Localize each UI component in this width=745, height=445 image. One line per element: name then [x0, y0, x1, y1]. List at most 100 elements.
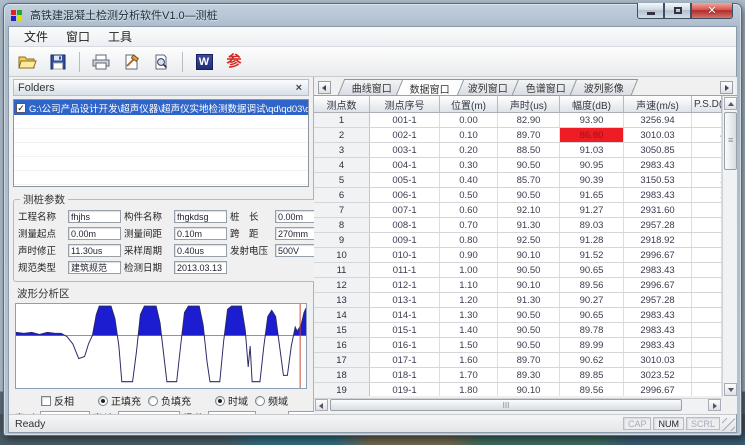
table-cell[interactable]: 0.00	[692, 338, 722, 352]
table-cell[interactable]: 0.00	[440, 113, 498, 127]
table-cell[interactable]: 89.56	[560, 383, 624, 396]
column-header-3[interactable]: 声时(us)	[498, 96, 560, 112]
table-cell[interactable]: 019-1	[370, 383, 440, 396]
param-field[interactable]: 0.00m	[68, 227, 121, 240]
table-cell[interactable]: 2996.67	[624, 278, 692, 292]
table-cell[interactable]: 90.10	[498, 248, 560, 262]
table-cell[interactable]: 40.0	[692, 158, 722, 172]
table-cell[interactable]: 91.27	[560, 203, 624, 217]
table-cell[interactable]: 15	[314, 323, 370, 337]
table-cell[interactable]: 018-1	[370, 368, 440, 382]
table-cell[interactable]: 89.30	[498, 368, 560, 382]
table-cell[interactable]: 91.30	[498, 293, 560, 307]
table-cell[interactable]: 015-1	[370, 323, 440, 337]
table-cell[interactable]: 90.50	[498, 308, 560, 322]
table-cell[interactable]: 2996.67	[624, 383, 692, 396]
table-cell[interactable]: 25.6	[692, 203, 722, 217]
column-header-4[interactable]: 幅度(dB)	[560, 96, 624, 112]
table-cell[interactable]: 2957.28	[624, 293, 692, 307]
scroll-up-icon[interactable]	[724, 97, 737, 110]
table-cell[interactable]: 89.99	[560, 338, 624, 352]
table-cell[interactable]: 3010.03	[624, 128, 692, 142]
column-header-6[interactable]: P.S.D(us	[692, 96, 722, 112]
table-cell[interactable]: 2	[314, 128, 370, 142]
close-button[interactable]: ✕	[691, 3, 733, 19]
tab-scroll-left-button[interactable]	[318, 81, 331, 94]
table-cell[interactable]: 0.30	[440, 158, 498, 172]
table-cell[interactable]: 3050.85	[624, 143, 692, 157]
menu-item-1[interactable]: 窗口	[57, 26, 99, 47]
param-button[interactable]: 参	[221, 50, 247, 74]
table-cell[interactable]: 18	[314, 368, 370, 382]
column-header-2[interactable]: 位置(m)	[440, 96, 498, 112]
table-row[interactable]: 2002-10.1089.7086.803010.03462.4	[314, 128, 722, 143]
tab-scroll-right-button[interactable]	[720, 81, 733, 94]
waveform-plot[interactable]	[15, 303, 307, 389]
menu-item-2[interactable]: 工具	[99, 26, 141, 47]
param-field[interactable]: 11.30us	[68, 244, 121, 257]
table-cell[interactable]: 57.6	[692, 248, 722, 262]
table-cell[interactable]: 1.30	[440, 308, 498, 322]
table-cell[interactable]: 1.60	[692, 263, 722, 277]
table-row[interactable]: 18018-11.7089.3089.853023.521.60	[314, 368, 722, 383]
table-cell[interactable]: 93.90	[560, 113, 624, 127]
table-cell[interactable]: 008-1	[370, 218, 440, 232]
folders-close-icon[interactable]: ×	[294, 82, 304, 94]
file-list-item[interactable]: ✓ G:\公司产品设计开发\超声仪器\超声仪实地检测数据调试\qd\qd03\q…	[14, 100, 308, 115]
table-cell[interactable]: 2957.28	[624, 218, 692, 232]
table-cell[interactable]: 9	[314, 233, 370, 247]
table-cell[interactable]: 3023.52	[624, 368, 692, 382]
table-cell[interactable]: 2931.60	[624, 203, 692, 217]
table-cell[interactable]: 7	[314, 203, 370, 217]
scroll-down-icon[interactable]	[724, 383, 737, 396]
print-button[interactable]	[88, 50, 114, 74]
table-cell[interactable]: 14.4	[692, 143, 722, 157]
table-cell[interactable]: 1.60	[440, 353, 498, 367]
table-row[interactable]: 8008-10.7091.3089.032957.286.40	[314, 218, 722, 233]
table-cell[interactable]: 0.80	[440, 233, 498, 247]
table-cell[interactable]: 19	[314, 383, 370, 396]
table-row[interactable]: 15015-11.4090.5089.782983.430.00	[314, 323, 722, 338]
horizontal-scrollbar[interactable]: III	[314, 398, 722, 412]
table-cell[interactable]: 92.10	[498, 203, 560, 217]
table-cell[interactable]: 1.80	[440, 383, 498, 396]
table-cell[interactable]: 016-1	[370, 338, 440, 352]
table-cell[interactable]: 014-1	[370, 308, 440, 322]
table-cell[interactable]: 011-1	[370, 263, 440, 277]
table-cell[interactable]: 0.00	[692, 113, 722, 127]
table-cell[interactable]: 11	[314, 263, 370, 277]
table-cell[interactable]: 82.90	[498, 113, 560, 127]
table-row[interactable]: 13013-11.2091.3090.272957.2814.4	[314, 293, 722, 308]
table-cell[interactable]: 85.70	[498, 173, 560, 187]
table-cell[interactable]: 3150.53	[624, 173, 692, 187]
table-row[interactable]: 16016-11.5090.5089.992983.430.00	[314, 338, 722, 353]
table-cell[interactable]: 0.10	[440, 128, 498, 142]
table-cell[interactable]: 90.10	[498, 278, 560, 292]
table-row[interactable]: 10010-10.9090.1091.522996.6757.6	[314, 248, 722, 263]
table-row[interactable]: 4004-10.3090.5090.952983.4340.0	[314, 158, 722, 173]
table-cell[interactable]: 14.4	[692, 293, 722, 307]
print-preview-button[interactable]	[148, 50, 174, 74]
table-cell[interactable]: 88.50	[498, 143, 560, 157]
maximize-button[interactable]	[664, 3, 691, 19]
save-button[interactable]	[45, 50, 71, 74]
table-row[interactable]: 17017-11.6089.7090.623010.036.40	[314, 353, 722, 368]
table-cell[interactable]: 6.40	[692, 218, 722, 232]
time-domain-radio[interactable]: 时域	[215, 393, 248, 408]
table-cell[interactable]: 012-1	[370, 278, 440, 292]
table-cell[interactable]: 90.95	[560, 158, 624, 172]
table-row[interactable]: 11011-11.0090.5090.652983.431.60	[314, 263, 722, 278]
table-cell[interactable]: 2996.67	[624, 248, 692, 262]
table-cell[interactable]: 86.80	[560, 128, 624, 142]
table-cell[interactable]: 0.60	[440, 203, 498, 217]
table-cell[interactable]: 2983.43	[624, 158, 692, 172]
table-cell[interactable]: 1.70	[440, 368, 498, 382]
param-field[interactable]: fhgkdsg	[174, 210, 227, 223]
table-cell[interactable]: 17	[314, 353, 370, 367]
tab-4[interactable]: 波列影像	[570, 79, 638, 95]
table-cell[interactable]: 1.60	[692, 278, 722, 292]
param-field[interactable]: 建筑规范	[68, 261, 121, 274]
table-cell[interactable]: 007-1	[370, 203, 440, 217]
vertical-scrollbar[interactable]	[722, 96, 737, 397]
table-row[interactable]: 5005-10.4085.7090.393150.53230.4	[314, 173, 722, 188]
